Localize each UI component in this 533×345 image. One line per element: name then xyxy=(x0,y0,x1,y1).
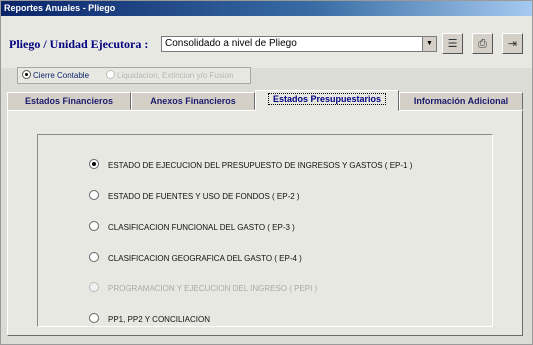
window-title: Reportes Anuales - Pliego xyxy=(4,3,116,13)
report-option-label: CLASIFICACION GEOGRAFICA DEL GASTO ( EP-… xyxy=(108,254,302,263)
radio-icon xyxy=(89,252,99,262)
radio-selected-icon xyxy=(22,70,31,79)
tab-label: Estados Presupuestarios xyxy=(267,93,387,105)
report-option-ep4[interactable]: CLASIFICACION GEOGRAFICA DEL GASTO ( EP-… xyxy=(89,252,302,264)
printer-icon: ⎙ xyxy=(478,37,487,50)
list-icon: ☰ xyxy=(447,37,458,50)
radio-icon xyxy=(89,221,99,231)
report-option-label: ESTADO DE FUENTES Y USO DE FONDOS ( EP-2… xyxy=(108,192,300,201)
tab-label: Información Adicional xyxy=(413,96,509,106)
radio-icon xyxy=(89,190,99,200)
exit-icon: ⇥ xyxy=(507,37,518,50)
exit-button[interactable]: ⇥ xyxy=(502,33,523,54)
report-option-label: PROGRAMACION Y EJECUCION DEL INGRESO ( P… xyxy=(108,284,318,293)
report-option-label: ESTADO DE EJECUCION DEL PRESUPUESTO DE I… xyxy=(108,161,413,170)
report-option-label: PP1, PP2 Y CONCILIACION xyxy=(108,315,210,324)
report-option-conciliacion[interactable]: PP1, PP2 Y CONCILIACION xyxy=(89,313,210,325)
mode-option-cierre[interactable]: Cierre Contable xyxy=(22,70,89,81)
tab-informacion-adicional[interactable]: Información Adicional xyxy=(399,92,523,110)
tab-estados-financieros[interactable]: Estados Financieros xyxy=(7,92,131,110)
mode-option-liquidacion[interactable]: Liquidacion, Extincion y/o Fusion xyxy=(106,70,234,81)
report-option-pepi[interactable]: PROGRAMACION Y EJECUCION DEL INGRESO ( P… xyxy=(89,282,317,294)
radio-selected-icon xyxy=(89,159,99,169)
radio-icon xyxy=(106,70,115,79)
app-window: Reportes Anuales - Pliego Pliego / Unida… xyxy=(0,0,533,345)
tab-label: Anexos Financieros xyxy=(150,96,236,106)
window-title-bar: Reportes Anuales - Pliego xyxy=(1,1,532,16)
radio-icon xyxy=(89,282,99,292)
pliego-select[interactable]: Consolidado a nivel de Pliego ▼ xyxy=(161,36,437,52)
mode-option-label: Cierre Contable xyxy=(33,71,90,80)
tab-strip: Estados Financieros Anexos Financieros E… xyxy=(1,90,533,111)
report-option-ep3[interactable]: CLASIFICACION FUNCIONAL DEL GASTO ( EP-3… xyxy=(89,221,295,233)
tab-estados-presupuestarios[interactable]: Estados Presupuestarios xyxy=(255,90,399,111)
report-option-ep2[interactable]: ESTADO DE FUENTES Y USO DE FONDOS ( EP-2… xyxy=(89,190,300,202)
report-option-ep1[interactable]: ESTADO DE EJECUCION DEL PRESUPUESTO DE I… xyxy=(89,159,412,171)
report-option-label: CLASIFICACION FUNCIONAL DEL GASTO ( EP-3… xyxy=(108,223,295,232)
print-button[interactable]: ⎙ xyxy=(472,33,493,54)
tab-anexos-financieros[interactable]: Anexos Financieros xyxy=(131,92,255,110)
tab-label: Estados Financieros xyxy=(24,96,114,106)
mode-option-label: Liquidacion, Extincion y/o Fusion xyxy=(117,71,234,80)
pliego-select-value: Consolidado a nivel de Pliego xyxy=(165,38,297,49)
mode-selector: Cierre Contable Liquidacion, Extincion y… xyxy=(17,67,251,84)
list-button[interactable]: ☰ xyxy=(442,33,463,54)
chevron-down-icon[interactable]: ▼ xyxy=(422,37,436,51)
radio-icon xyxy=(89,313,99,323)
pliego-label: Pliego / Unidad Ejecutora : xyxy=(9,37,149,51)
